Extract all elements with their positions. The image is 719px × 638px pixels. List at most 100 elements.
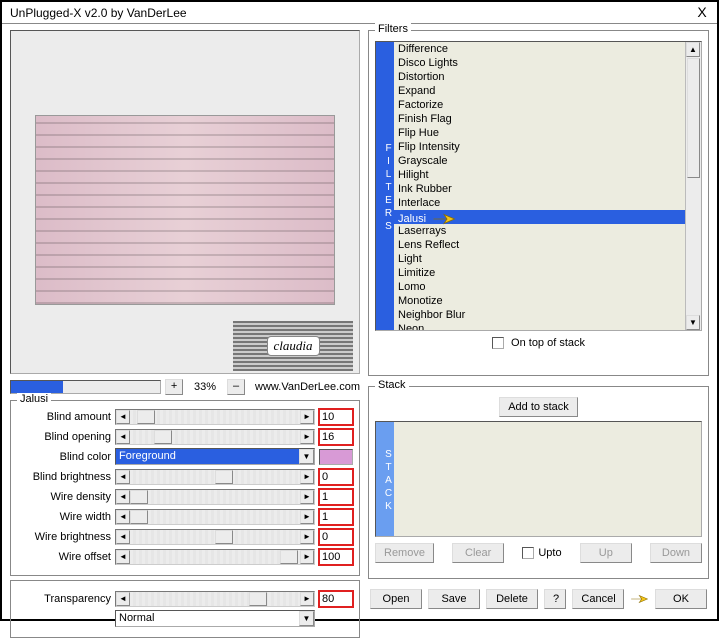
filter-item[interactable]: Limitize: [394, 266, 685, 280]
blind-color-combo[interactable]: Foreground▼: [115, 448, 315, 465]
filter-item[interactable]: Ink Rubber: [394, 182, 685, 196]
filter-item[interactable]: Flip Hue: [394, 126, 685, 140]
zoom-percent: 33%: [187, 381, 223, 393]
param-value[interactable]: 0: [319, 469, 353, 485]
transparency-value[interactable]: 80: [319, 591, 353, 607]
chevron-left-icon[interactable]: ◄: [116, 550, 130, 564]
chevron-left-icon[interactable]: ◄: [116, 410, 130, 424]
filter-item[interactable]: Monotize: [394, 294, 685, 308]
zoom-out-button[interactable]: –: [227, 379, 245, 395]
filter-item[interactable]: Flip Intensity: [394, 140, 685, 154]
filter-item[interactable]: Neighbor Blur: [394, 308, 685, 322]
help-button[interactable]: ?: [544, 589, 566, 609]
chevron-right-icon[interactable]: ►: [300, 530, 314, 544]
chevron-right-icon[interactable]: ►: [300, 410, 314, 424]
param-slider[interactable]: ◄►: [115, 429, 315, 445]
chevron-right-icon[interactable]: ►: [300, 490, 314, 504]
filter-item[interactable]: Hilight: [394, 168, 685, 182]
chevron-down-icon[interactable]: ▼: [686, 315, 700, 330]
param-value[interactable]: 0: [319, 529, 353, 545]
blend-mode-combo[interactable]: Normal ▼: [115, 610, 315, 627]
transparency-label: Transparency: [17, 593, 115, 605]
param-slider[interactable]: ◄►: [115, 469, 315, 485]
chevron-down-icon[interactable]: ▼: [299, 449, 314, 464]
chevron-left-icon[interactable]: ◄: [116, 592, 130, 606]
param-slider[interactable]: ◄►: [115, 529, 315, 545]
filter-item[interactable]: Grayscale: [394, 154, 685, 168]
filter-item[interactable]: Difference: [394, 42, 685, 56]
filters-group: Filters FILTERS DifferenceDisco LightsDi…: [368, 30, 709, 376]
vendor-url: www.VanDerLee.com: [249, 381, 360, 393]
close-icon[interactable]: X: [691, 4, 713, 22]
filter-item[interactable]: Expand: [394, 84, 685, 98]
param-value[interactable]: 16: [319, 429, 353, 445]
filter-item[interactable]: Lomo: [394, 280, 685, 294]
stack-tab[interactable]: STACK: [376, 422, 394, 536]
zoom-slider[interactable]: [10, 380, 161, 394]
param-slider[interactable]: ◄►: [115, 409, 315, 425]
zoom-in-button[interactable]: +: [165, 379, 183, 395]
jalusi-group: Jalusi Blind amount◄►10Blind opening◄►16…: [10, 400, 360, 576]
delete-button[interactable]: Delete: [486, 589, 538, 609]
transparency-slider[interactable]: ◄ ►: [115, 591, 315, 607]
param-value[interactable]: 1: [319, 509, 353, 525]
filter-item[interactable]: Laserrays: [394, 224, 685, 238]
bottom-bar: Open Save Delete ? Cancel OK: [368, 585, 709, 613]
chevron-left-icon[interactable]: ◄: [116, 510, 130, 524]
filter-item[interactable]: Distortion: [394, 70, 685, 84]
scrollbar[interactable]: ▲ ▼: [685, 42, 701, 330]
upto-label: Upto: [538, 547, 561, 559]
ontop-label: On top of stack: [511, 337, 585, 349]
add-to-stack-button[interactable]: Add to stack: [499, 397, 578, 417]
chevron-right-icon[interactable]: ►: [300, 510, 314, 524]
clear-button[interactable]: Clear: [452, 543, 504, 563]
filter-item[interactable]: Jalusi: [394, 210, 685, 224]
stack-list[interactable]: STACK: [375, 421, 702, 537]
filters-legend: Filters: [375, 23, 411, 35]
param-label: Wire width: [17, 511, 115, 523]
filters-tab[interactable]: FILTERS: [376, 42, 394, 330]
watermark: claudia: [233, 321, 353, 371]
chevron-left-icon[interactable]: ◄: [116, 470, 130, 484]
filter-item[interactable]: Disco Lights: [394, 56, 685, 70]
titlebar: UnPlugged-X v2.0 by VanDerLee X: [2, 2, 717, 24]
filter-item[interactable]: Lens Reflect: [394, 238, 685, 252]
scroll-thumb[interactable]: [687, 58, 700, 178]
preview-image: [35, 115, 335, 305]
filter-item[interactable]: Interlace: [394, 196, 685, 210]
cancel-button[interactable]: Cancel: [572, 589, 624, 609]
filters-list[interactable]: DifferenceDisco LightsDistortionExpandFa…: [394, 42, 685, 330]
chevron-right-icon[interactable]: ►: [300, 430, 314, 444]
filter-item[interactable]: Neon: [394, 322, 685, 330]
param-label: Blind opening: [17, 431, 115, 443]
chevron-left-icon[interactable]: ◄: [116, 530, 130, 544]
color-swatch[interactable]: [319, 449, 353, 465]
param-value[interactable]: 1: [319, 489, 353, 505]
chevron-down-icon[interactable]: ▼: [299, 611, 314, 626]
filter-item[interactable]: Light: [394, 252, 685, 266]
param-label: Blind color: [17, 451, 115, 463]
chevron-right-icon[interactable]: ►: [300, 592, 314, 606]
param-value[interactable]: 10: [319, 409, 353, 425]
ok-button[interactable]: OK: [655, 589, 707, 609]
chevron-right-icon[interactable]: ►: [300, 470, 314, 484]
upto-checkbox[interactable]: [522, 547, 534, 559]
chevron-left-icon[interactable]: ◄: [116, 490, 130, 504]
param-slider[interactable]: ◄►: [115, 489, 315, 505]
chevron-right-icon[interactable]: ►: [300, 550, 314, 564]
remove-button[interactable]: Remove: [375, 543, 434, 563]
param-slider[interactable]: ◄►: [115, 549, 315, 565]
filter-item[interactable]: Finish Flag: [394, 112, 685, 126]
jalusi-legend: Jalusi: [17, 393, 51, 405]
window-title: UnPlugged-X v2.0 by VanDerLee: [10, 6, 691, 20]
ontop-checkbox[interactable]: [492, 337, 504, 349]
param-slider[interactable]: ◄►: [115, 509, 315, 525]
down-button[interactable]: Down: [650, 543, 702, 563]
chevron-left-icon[interactable]: ◄: [116, 430, 130, 444]
chevron-up-icon[interactable]: ▲: [686, 42, 700, 57]
open-button[interactable]: Open: [370, 589, 422, 609]
up-button[interactable]: Up: [580, 543, 632, 563]
filter-item[interactable]: Factorize: [394, 98, 685, 112]
save-button[interactable]: Save: [428, 589, 480, 609]
param-value[interactable]: 100: [319, 549, 353, 565]
